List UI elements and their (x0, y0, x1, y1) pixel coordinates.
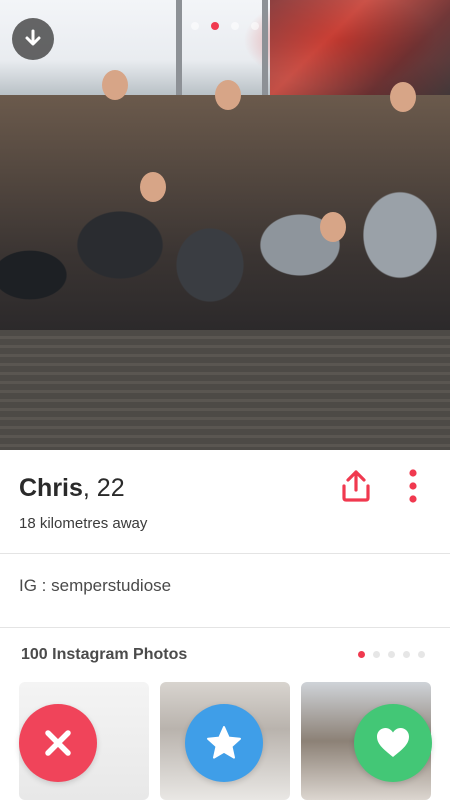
instagram-pager (358, 651, 425, 658)
pager-dot[interactable] (191, 22, 199, 30)
like-button[interactable] (354, 704, 432, 782)
pager-dot-active[interactable] (211, 22, 219, 30)
x-icon (45, 730, 71, 756)
share-upload-icon[interactable] (338, 468, 374, 504)
person-head (140, 172, 166, 202)
instagram-title: 100 Instagram Photos (21, 646, 188, 663)
ground (0, 330, 450, 450)
pager-dot[interactable] (231, 22, 239, 30)
person-head (215, 80, 241, 110)
star-icon (207, 726, 241, 759)
profile-age: , 22 (82, 474, 125, 502)
photo-pager (0, 22, 450, 30)
download-arrow-icon (25, 29, 41, 46)
profile-bio: IG : semperstudiose (19, 576, 172, 595)
profile-name-age: Chris, 22 (19, 474, 125, 503)
crowd-group (0, 95, 450, 365)
profile-distance: 18 kilometres away (19, 515, 148, 532)
pager-dot-active[interactable] (358, 651, 365, 658)
light-tower (262, 0, 268, 95)
pager-dot[interactable] (403, 651, 410, 658)
profile-name: Chris (19, 474, 83, 502)
person-head (102, 70, 128, 100)
divider (0, 627, 450, 628)
heart-icon (377, 728, 409, 757)
person-head (320, 212, 346, 242)
vertical-dots-icon[interactable] (404, 468, 422, 504)
nope-button[interactable] (19, 704, 97, 782)
pager-dot[interactable] (373, 651, 380, 658)
pager-dot[interactable] (388, 651, 395, 658)
superlike-button[interactable] (185, 704, 263, 782)
festival-stage (270, 0, 450, 95)
profile-photo[interactable] (0, 0, 450, 450)
pager-dot[interactable] (418, 651, 425, 658)
pager-dot[interactable] (251, 22, 259, 30)
light-tower (176, 0, 182, 95)
person-head (390, 82, 416, 112)
